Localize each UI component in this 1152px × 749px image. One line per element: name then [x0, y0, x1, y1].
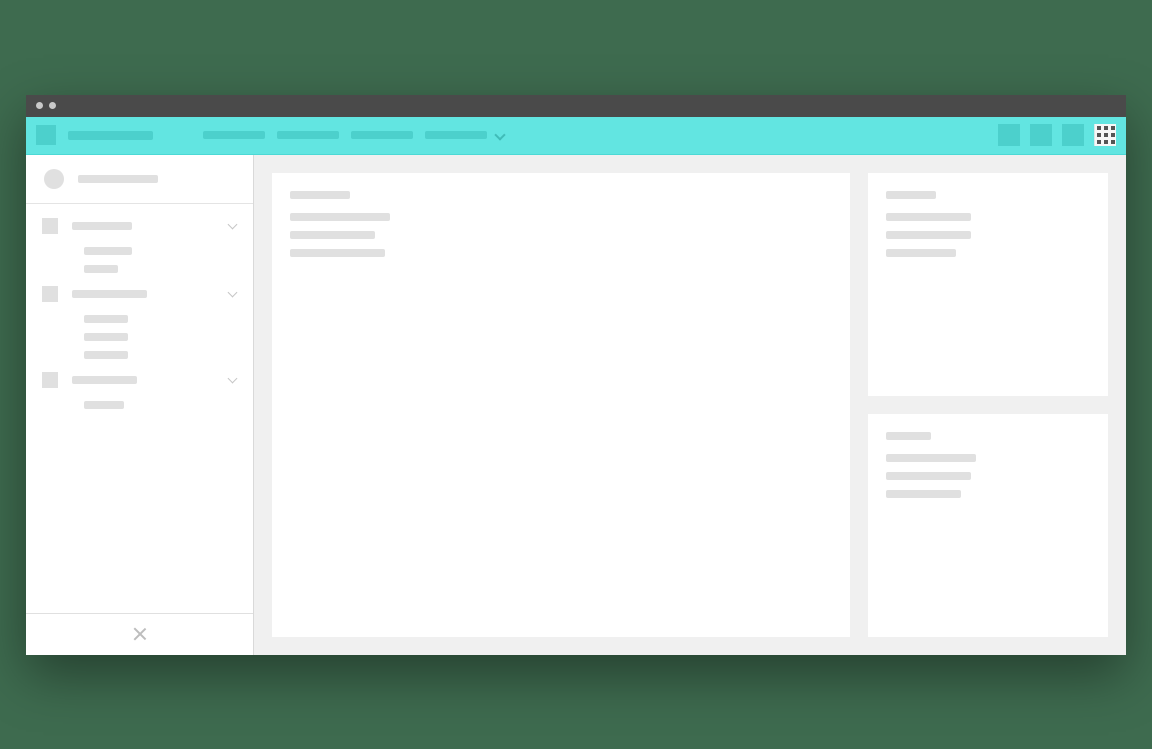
topbar-action-3[interactable]: [1062, 124, 1084, 146]
brand-name[interactable]: [68, 131, 153, 140]
card-line: [886, 213, 971, 221]
card-line: [886, 454, 976, 462]
top-nav-actions: [998, 124, 1116, 146]
top-nav-item-1[interactable]: [203, 131, 265, 139]
window-control-minimize[interactable]: [49, 102, 56, 109]
sidebar-item-1-2[interactable]: [26, 260, 253, 278]
sidebar-item-3-1[interactable]: [26, 396, 253, 414]
sidebar-item-2-2[interactable]: [26, 328, 253, 346]
top-nav-item-4-dropdown[interactable]: [425, 130, 505, 140]
apps-grid-icon[interactable]: [1094, 124, 1116, 146]
sidebar-item-1-1[interactable]: [26, 242, 253, 260]
card-line: [886, 231, 971, 239]
profile-name: [78, 175, 158, 183]
card-line: [290, 231, 375, 239]
chevron-down-icon: [229, 375, 239, 385]
topbar-action-1[interactable]: [998, 124, 1020, 146]
sidebar-item-2-1[interactable]: [26, 310, 253, 328]
side-card-1: [868, 173, 1108, 396]
top-nav-item-2[interactable]: [277, 131, 339, 139]
sidebar-item-2-3[interactable]: [26, 346, 253, 364]
sidebar-profile[interactable]: [26, 155, 253, 204]
app-window: [26, 95, 1126, 655]
topbar-action-2[interactable]: [1030, 124, 1052, 146]
sidebar-group-1[interactable]: [26, 210, 253, 242]
right-column: [868, 173, 1108, 637]
sidebar-nav: [26, 204, 253, 613]
folder-icon: [42, 286, 58, 302]
card-line: [290, 249, 385, 257]
top-nav-items: [203, 130, 505, 140]
side-card-2: [868, 414, 1108, 637]
sidebar-group-1-label: [72, 222, 132, 230]
card-line: [886, 249, 956, 257]
sidebar-footer: [26, 613, 253, 655]
avatar-icon: [44, 169, 64, 189]
sidebar-group-2-label: [72, 290, 147, 298]
card-line: [886, 490, 961, 498]
top-nav-bar: [26, 117, 1126, 155]
card-line: [290, 213, 390, 221]
app-body: [26, 155, 1126, 655]
folder-icon: [42, 372, 58, 388]
card-title: [886, 191, 936, 199]
sidebar: [26, 155, 254, 655]
card-title: [290, 191, 350, 199]
sidebar-group-2[interactable]: [26, 278, 253, 310]
brand-logo-icon[interactable]: [36, 125, 56, 145]
window-titlebar: [26, 95, 1126, 117]
sidebar-group-3-label: [72, 376, 137, 384]
top-nav-item-4-label: [425, 131, 487, 139]
chevron-down-icon: [495, 130, 505, 140]
window-control-close[interactable]: [36, 102, 43, 109]
chevron-down-icon: [229, 289, 239, 299]
chevron-down-icon: [229, 221, 239, 231]
main-card: [272, 173, 850, 637]
folder-icon: [42, 218, 58, 234]
card-line: [886, 472, 971, 480]
top-nav-item-3[interactable]: [351, 131, 413, 139]
main-content: [254, 155, 1126, 655]
close-icon[interactable]: [133, 627, 147, 641]
card-title: [886, 432, 931, 440]
sidebar-group-3[interactable]: [26, 364, 253, 396]
